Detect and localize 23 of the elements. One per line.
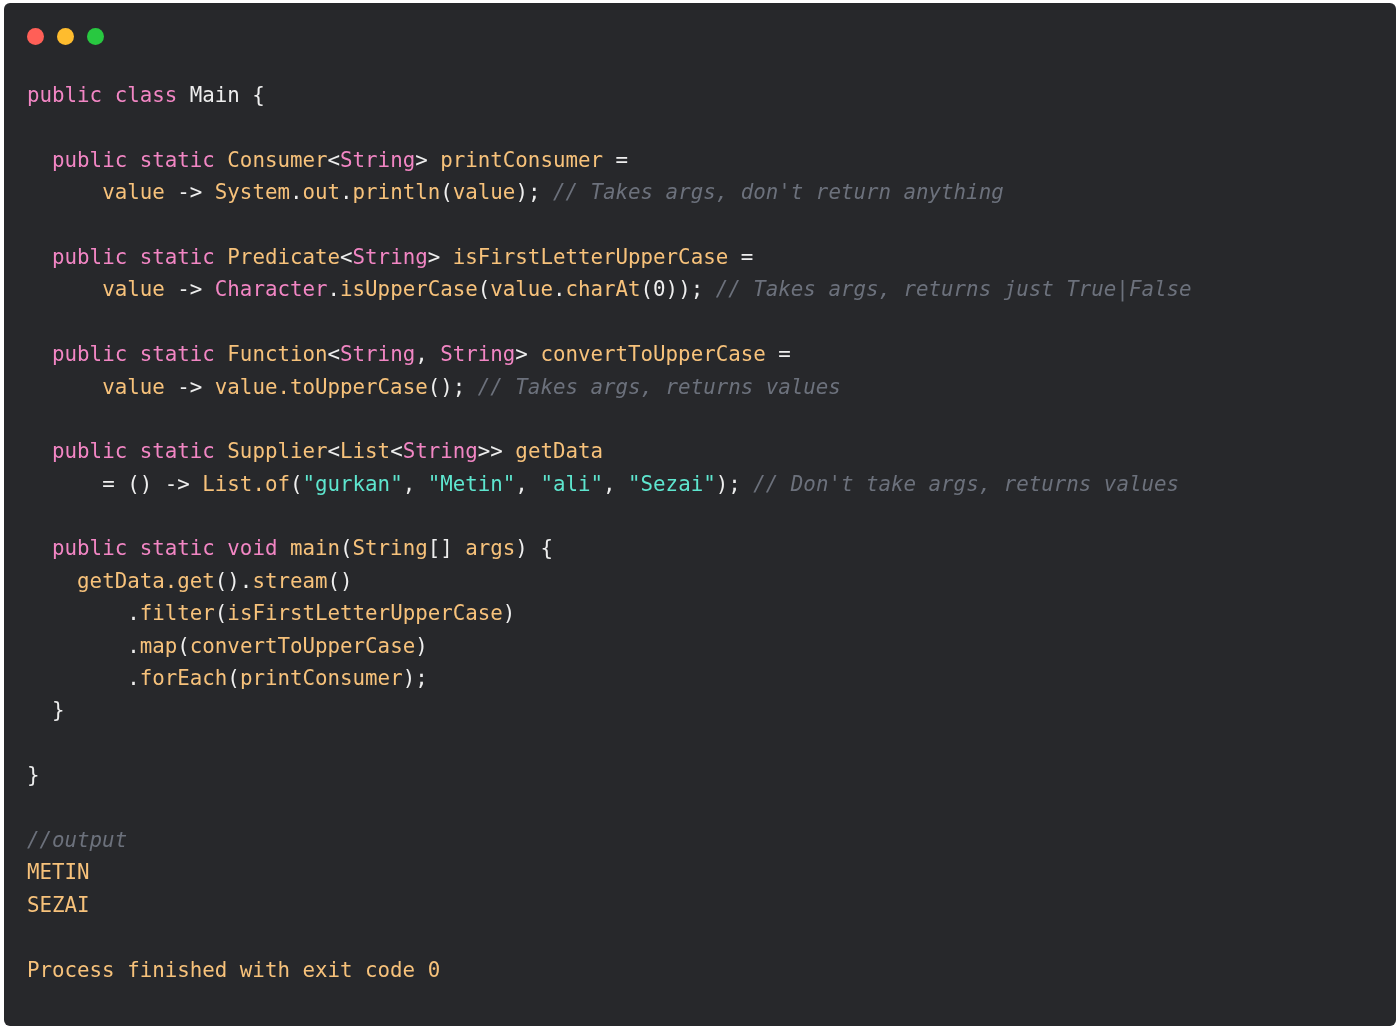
code-line: public static Predicate<String> isFirstLetterUpperCase =	[52, 243, 754, 271]
code-line: .forEach(printConsumer);	[127, 665, 428, 693]
code-line: public static void main(String[] args) {	[52, 535, 553, 563]
window-control-dot[interactable]	[27, 28, 44, 45]
code-line: public static Function<String, String> convertToUpperCase =	[52, 341, 791, 369]
code-line: }	[27, 762, 40, 790]
code-line: public static Consumer<String> printConsumer =	[52, 146, 629, 174]
code-line: public class Main {	[27, 82, 265, 109]
code-line: Process finished with exit code 0	[27, 956, 441, 984]
code-line: value -> System.out.println(value); // Takes args, don't return anything	[102, 179, 1004, 207]
code-line: public static Supplier<List<String>> getData	[52, 438, 603, 466]
window-control-dot[interactable]	[87, 28, 104, 45]
code-line: = () -> List.of("gurkan", "Metin", "ali", "Sezai"); // Don't take args, returns values	[102, 470, 1179, 498]
code-line: .filter(isFirstLetterUpperCase)	[127, 600, 516, 628]
code-line: METIN	[27, 859, 90, 887]
code-line: //output	[27, 827, 128, 854]
code-line: getData.get().stream()	[77, 567, 353, 595]
code-line: .map(convertToUpperCase)	[127, 632, 428, 660]
code-line: value -> Character.isUpperCase(value.charAt(0)); // Takes args, returns just True|False	[102, 276, 1192, 304]
code-line: value -> value.toUpperCase(); // Takes args, returns values	[102, 373, 841, 401]
code-line: }	[52, 697, 65, 725]
code-line: SEZAI	[27, 891, 90, 919]
window-control-dot[interactable]	[57, 28, 74, 45]
